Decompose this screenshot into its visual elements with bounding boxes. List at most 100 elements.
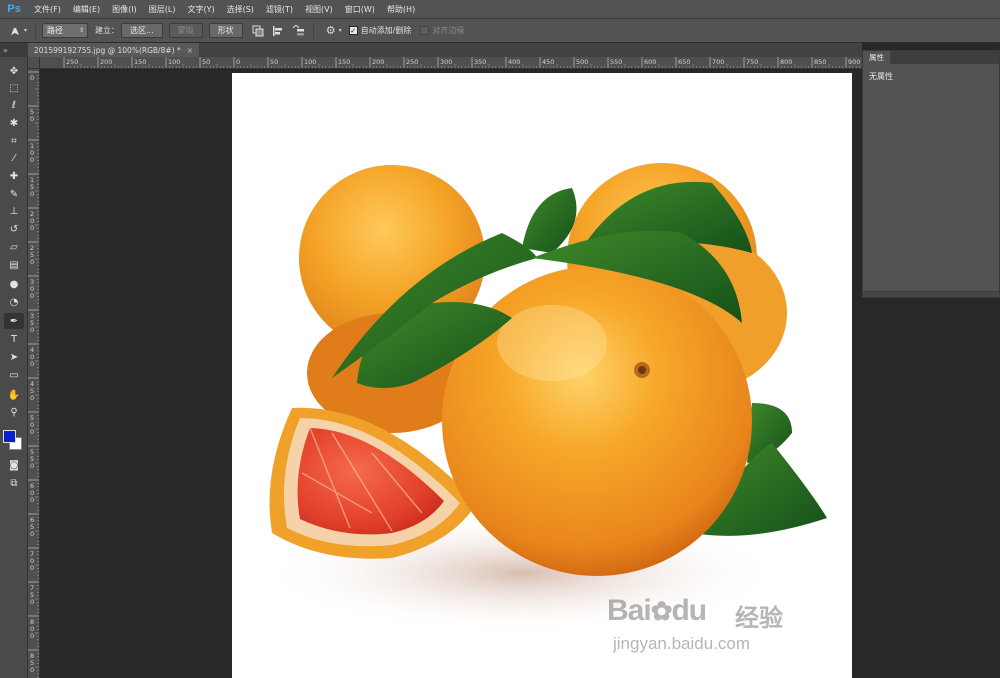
pen-tool[interactable]: ✒ [4, 313, 24, 329]
ruler-tick-label: 50 [202, 58, 210, 66]
gear-chevron-icon[interactable]: ▾ [339, 27, 342, 34]
properties-panel: 属性 无属性 [862, 50, 1000, 298]
lasso-tool[interactable]: ℓ [4, 97, 24, 113]
options-bar: ▾ 路径 ⇕ 建立： 选区... 蒙版 形状 ⚙ ▾ ✓ 自动添加/删除 对齐边… [0, 19, 1000, 43]
ruler-tick-label: 50 [270, 58, 278, 66]
auto-add-delete-label: 自动添加/删除 [360, 26, 412, 35]
tool-preset-chevron-icon[interactable]: ▾ [24, 27, 27, 34]
ruler-tick-label: 0 [30, 190, 34, 198]
eraser-tool[interactable]: ▱ [4, 239, 24, 255]
checkmark-icon: ✓ [348, 26, 358, 35]
pen-mode-select[interactable]: 路径 ⇕ [42, 23, 89, 38]
dodge-tool[interactable]: ◔ [4, 294, 24, 310]
gear-icon[interactable]: ⚙ [324, 24, 338, 38]
blur-tool[interactable]: ● [4, 276, 24, 292]
gradient-tool[interactable]: ▤ [4, 257, 24, 273]
clone-stamp-tool[interactable]: ⊥ [4, 203, 24, 219]
ruler-tick-label: 650 [678, 58, 690, 66]
ruler-tick-label: 350 [474, 58, 486, 66]
watermark-brand: Bai✿du [607, 594, 707, 627]
move-tool[interactable]: ✥ [4, 63, 24, 79]
path-alignment-icon[interactable] [271, 24, 285, 38]
quick-select-tool[interactable]: ✱ [4, 115, 24, 131]
hand-tool[interactable]: ✋ [4, 387, 24, 403]
menu-window[interactable]: 窗口(W) [339, 4, 381, 15]
path-select-tool[interactable]: ➤ [4, 349, 24, 365]
eyedropper-tool[interactable]: ⁄ [4, 150, 24, 166]
select-arrows-icon: ⇕ [78, 27, 85, 34]
ruler-tick-label: 300 [440, 58, 452, 66]
paw-icon: ✿ [650, 596, 673, 626]
menu-image[interactable]: 图像(I) [106, 4, 143, 15]
double-chevron-icon: » [3, 45, 8, 55]
menu-type[interactable]: 文字(Y) [181, 4, 220, 15]
properties-empty-text: 无属性 [869, 72, 893, 81]
tab-properties[interactable]: 属性 [863, 51, 890, 64]
watermark-url: jingyan.baidu.com [613, 634, 751, 653]
app-logo: Ps [7, 3, 21, 15]
menu-select[interactable]: 选择(S) [221, 4, 260, 15]
horizontal-ruler[interactable]: 250 200 150 100 50 0 50 100 150 200 250 300 350 400 45… [40, 57, 862, 69]
ruler-tick-label: 200 [372, 58, 384, 66]
menu-help[interactable]: 帮助(H) [381, 4, 421, 15]
divider [35, 22, 37, 39]
vertical-ruler[interactable]: 0501001502002503003504004505005506006507… [28, 69, 40, 678]
divider [312, 22, 314, 39]
ruler-tick-label: 100 [304, 58, 316, 66]
watermark-cn: 经验 [735, 604, 783, 632]
ruler-tick-label: 0 [30, 428, 34, 436]
ruler-tick-label: 0 [30, 292, 34, 300]
menu-filter[interactable]: 滤镜(T) [260, 4, 299, 15]
crop-tool[interactable]: ⌗ [4, 133, 24, 149]
properties-tab-row: 属性 [863, 51, 999, 64]
make-mask-button[interactable]: 蒙版 [168, 23, 203, 38]
ruler-tick-label: 0 [30, 326, 34, 334]
type-tool[interactable]: T [4, 331, 24, 347]
ruler-tick-label: 550 [610, 58, 622, 66]
toolbar-collapse-handle[interactable]: » [0, 43, 28, 57]
ruler-tick-label: 850 [814, 58, 826, 66]
canvas-area[interactable]: Bai✿du 经验 jingyan.baidu.com [40, 70, 862, 678]
screen-mode-icon[interactable]: ⧉ [4, 475, 24, 491]
rectangle-tool[interactable]: ▭ [4, 367, 24, 383]
path-arrangement-icon[interactable] [291, 24, 305, 38]
ruler-origin[interactable] [28, 57, 40, 69]
path-operations-icon[interactable] [251, 24, 265, 38]
menu-edit[interactable]: 编辑(E) [67, 4, 106, 15]
foreground-color-swatch[interactable] [3, 430, 16, 443]
baidu-jingyan-watermark: Bai✿du 经验 jingyan.baidu.com [607, 588, 797, 658]
pen-mode-value: 路径 [47, 26, 64, 35]
ruler-tick-label: 0 [30, 74, 34, 82]
zoom-tool[interactable]: ⚲ [4, 404, 24, 420]
make-selection-button[interactable]: 选区... [121, 23, 163, 38]
ruler-tick-label: 0 [30, 496, 34, 504]
history-brush-tool[interactable]: ↺ [4, 221, 24, 237]
ruler-tick-label: 0 [30, 224, 34, 232]
align-edges-checkbox[interactable]: 对齐边缘 [420, 25, 464, 36]
make-shape-button[interactable]: 形状 [208, 23, 243, 38]
menu-view[interactable]: 视图(V) [299, 4, 339, 15]
make-label: 建立： [95, 26, 120, 35]
menu-layer[interactable]: 图层(L) [143, 4, 182, 15]
marquee-tool[interactable]: ⬚ [4, 80, 24, 96]
ruler-tick-label: 0 [30, 394, 34, 402]
ruler-tick-label: 0 [30, 666, 34, 674]
document-tab-title: 201599192755.jpg @ 100%(RGB/8#) * [34, 45, 181, 55]
brush-tool[interactable]: ✎ [4, 186, 24, 202]
quick-mask-icon[interactable]: ◙ [4, 457, 24, 473]
properties-panel-footer [863, 291, 999, 297]
ruler-tick-label: 0 [30, 598, 34, 606]
ruler-tick-label: 0 [30, 564, 34, 572]
document-canvas[interactable]: Bai✿du 经验 jingyan.baidu.com [232, 73, 852, 678]
auto-add-delete-checkbox[interactable]: ✓ 自动添加/删除 [348, 25, 412, 36]
ruler-tick-label: 900 [848, 58, 860, 66]
ruler-tick-label: 600 [644, 58, 656, 66]
ruler-tick-label: 250 [406, 58, 418, 66]
close-tab-icon[interactable]: × [187, 46, 193, 55]
ruler-tick-label: 450 [542, 58, 554, 66]
pen-icon[interactable] [8, 24, 22, 38]
document-tab[interactable]: 201599192755.jpg @ 100%(RGB/8#) * × [28, 43, 199, 57]
menu-file[interactable]: 文件(F) [28, 4, 67, 15]
ruler-tick-label: 0 [30, 632, 34, 640]
healing-brush-tool[interactable]: ✚ [4, 168, 24, 184]
